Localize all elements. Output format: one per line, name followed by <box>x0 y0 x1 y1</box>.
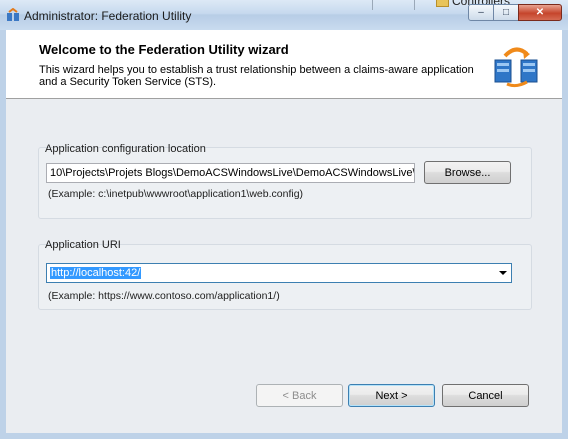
wizard-header: Welcome to the Federation Utility wizard… <box>6 30 562 99</box>
background-divider <box>372 0 373 10</box>
uri-selected-text: http://localhost:42/ <box>50 267 142 279</box>
next-button[interactable]: Next > <box>348 384 435 407</box>
minimize-button[interactable]: – <box>468 4 494 21</box>
application-uri-combobox[interactable]: http://localhost:42/ <box>46 263 512 283</box>
background-divider <box>414 0 415 10</box>
uri-example-text: (Example: https://www.contoso.com/applic… <box>48 290 280 302</box>
dropdown-arrow-icon[interactable] <box>499 271 507 275</box>
app-icon <box>7 8 19 21</box>
uri-group-label: Application URI <box>45 239 121 251</box>
window-frame-bottom <box>0 433 568 439</box>
federation-wizard-icon <box>494 47 538 88</box>
window-frame-right <box>562 30 568 439</box>
wizard-title: Welcome to the Federation Utility wizard <box>39 42 289 57</box>
close-button[interactable]: ✕ <box>518 4 562 21</box>
back-button[interactable]: < Back <box>256 384 343 407</box>
folder-icon <box>436 0 449 7</box>
config-example-text: (Example: c:\inetpub\wwwroot\application… <box>48 188 304 200</box>
window-controls: – □ ✕ <box>468 4 562 21</box>
config-path-input[interactable]: 10\Projects\Projets Blogs\DemoACSWindows… <box>46 163 415 183</box>
window-title: Administrator: Federation Utility <box>24 9 192 23</box>
maximize-button[interactable]: □ <box>493 4 519 21</box>
browse-button[interactable]: Browse... <box>424 161 511 184</box>
title-bar[interactable]: Administrator: Federation Utility Contro… <box>0 0 568 31</box>
cancel-button[interactable]: Cancel <box>442 384 529 407</box>
wizard-description: This wizard helps you to establish a tru… <box>39 64 474 88</box>
wizard-body: Application configuration location 10\Pr… <box>6 99 562 433</box>
config-group-label: Application configuration location <box>45 143 206 155</box>
